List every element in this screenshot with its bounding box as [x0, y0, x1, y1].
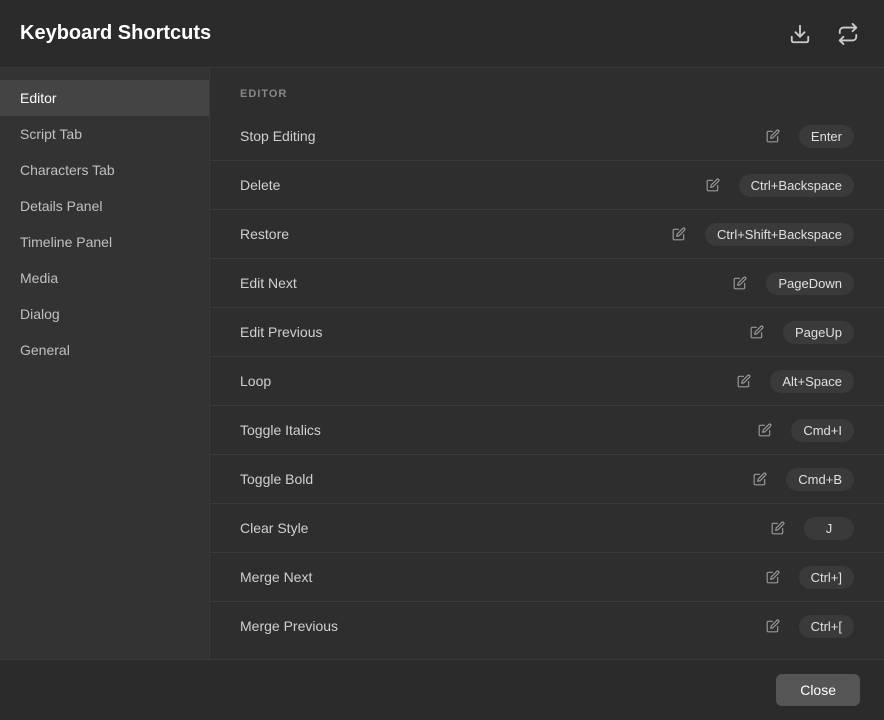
- content-area: EDITOR Stop Editing Enter Delete Ctrl+Ba…: [210, 68, 884, 659]
- key-badge: Cmd+B: [786, 468, 854, 491]
- sidebar-item-details-panel[interactable]: Details Panel: [0, 188, 209, 224]
- shortcut-name: Clear Style: [240, 520, 764, 536]
- footer: Close: [0, 659, 884, 720]
- key-badge: Ctrl+Backspace: [739, 174, 854, 197]
- key-badge: PageDown: [766, 272, 854, 295]
- edit-shortcut-button[interactable]: [759, 612, 787, 640]
- shortcut-row: Stop Editing Enter: [210, 112, 884, 160]
- shortcut-row: Edit Previous PageUp: [210, 307, 884, 356]
- shortcut-name: Restore: [240, 226, 665, 242]
- key-badge: Alt+Space: [770, 370, 854, 393]
- shortcut-name: Toggle Italics: [240, 422, 751, 438]
- key-badge: Ctrl+[: [799, 615, 854, 638]
- edit-shortcut-button[interactable]: [759, 563, 787, 591]
- section-label: EDITOR: [210, 68, 884, 112]
- edit-shortcut-button[interactable]: [726, 269, 754, 297]
- main-layout: Editor Script Tab Characters Tab Details…: [0, 68, 884, 659]
- sidebar-item-timeline-panel[interactable]: Timeline Panel: [0, 224, 209, 260]
- shortcut-row: Clear Style J: [210, 503, 884, 552]
- edit-shortcut-button[interactable]: [764, 514, 792, 542]
- key-badge: J: [804, 517, 854, 540]
- edit-shortcut-button[interactable]: [751, 416, 779, 444]
- key-badge: Cmd+I: [791, 419, 854, 442]
- shortcut-name: Edit Previous: [240, 324, 743, 340]
- edit-shortcut-button[interactable]: [730, 367, 758, 395]
- shortcut-name: Merge Previous: [240, 618, 759, 634]
- sidebar-item-dialog[interactable]: Dialog: [0, 296, 209, 332]
- shortcut-row: Loop Alt+Space: [210, 356, 884, 405]
- sidebar-item-general[interactable]: General: [0, 332, 209, 368]
- shortcut-name: Delete: [240, 177, 699, 193]
- sidebar-item-script-tab[interactable]: Script Tab: [0, 116, 209, 152]
- edit-shortcut-button[interactable]: [746, 465, 774, 493]
- shortcut-name: Edit Next: [240, 275, 726, 291]
- sidebar-item-media[interactable]: Media: [0, 260, 209, 296]
- shortcut-name: Stop Editing: [240, 128, 759, 144]
- shortcuts-list: Stop Editing Enter Delete Ctrl+Backspace…: [210, 112, 884, 650]
- export-button[interactable]: [832, 18, 864, 50]
- header: Keyboard Shortcuts: [0, 0, 884, 68]
- header-actions: [784, 18, 864, 50]
- key-badge: Ctrl+Shift+Backspace: [705, 223, 854, 246]
- sidebar: Editor Script Tab Characters Tab Details…: [0, 68, 210, 659]
- shortcut-row: Merge Previous Ctrl+[: [210, 601, 884, 650]
- shortcut-row: Restore Ctrl+Shift+Backspace: [210, 209, 884, 258]
- shortcut-row: Edit Next PageDown: [210, 258, 884, 307]
- sidebar-item-editor[interactable]: Editor: [0, 80, 209, 116]
- shortcut-row: Merge Next Ctrl+]: [210, 552, 884, 601]
- edit-shortcut-button[interactable]: [759, 122, 787, 150]
- edit-shortcut-button[interactable]: [665, 220, 693, 248]
- edit-shortcut-button[interactable]: [699, 171, 727, 199]
- shortcut-name: Loop: [240, 373, 730, 389]
- sidebar-item-characters-tab[interactable]: Characters Tab: [0, 152, 209, 188]
- key-badge: Enter: [799, 125, 854, 148]
- shortcut-row: Toggle Bold Cmd+B: [210, 454, 884, 503]
- download-button[interactable]: [784, 18, 816, 50]
- key-badge: PageUp: [783, 321, 854, 344]
- shortcut-name: Merge Next: [240, 569, 759, 585]
- edit-shortcut-button[interactable]: [743, 318, 771, 346]
- close-button[interactable]: Close: [776, 674, 860, 706]
- shortcut-name: Toggle Bold: [240, 471, 746, 487]
- shortcut-row: Delete Ctrl+Backspace: [210, 160, 884, 209]
- key-badge: Ctrl+]: [799, 566, 854, 589]
- shortcut-row: Toggle Italics Cmd+I: [210, 405, 884, 454]
- page-title: Keyboard Shortcuts: [20, 22, 211, 45]
